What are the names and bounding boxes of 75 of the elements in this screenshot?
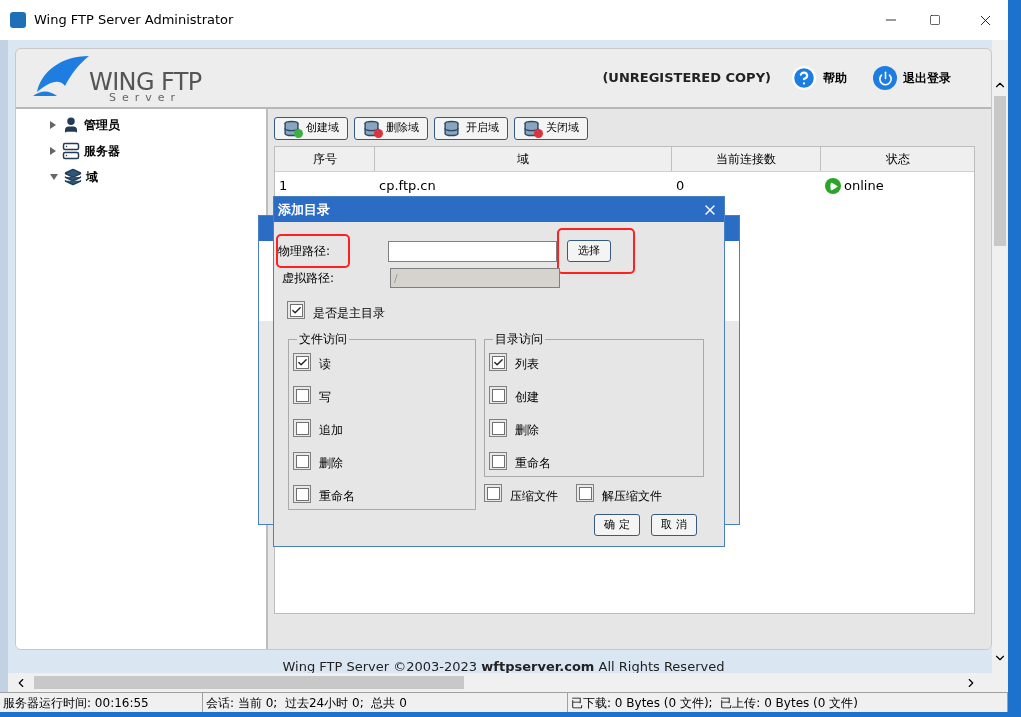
- physical-path-field[interactable]: [388, 240, 557, 262]
- check-icon: [492, 356, 504, 368]
- scroll-thumb[interactable]: [34, 676, 464, 689]
- checkbox-label: 解压缩文件: [602, 488, 662, 505]
- server-icon: [62, 142, 80, 160]
- status-text: 已下载: 0 Bytes (0 文件); 已上传: 0 Bytes (0 文件): [568, 693, 1008, 712]
- checkbox[interactable]: [293, 386, 311, 404]
- person-icon: [62, 116, 80, 134]
- column-header[interactable]: 当前连接数: [672, 147, 821, 171]
- dialog-button[interactable]: 确 定: [594, 514, 640, 536]
- toolbar-button[interactable]: 创建域: [274, 117, 348, 140]
- checkbox-label: 删除: [515, 422, 539, 439]
- checkbox-label: 读: [319, 356, 331, 373]
- table-cell-text: 1: [278, 177, 289, 196]
- checkbox-label: 创建: [515, 389, 539, 406]
- checkbox[interactable]: [484, 484, 502, 502]
- table-cell-text: 0: [675, 177, 686, 196]
- power-icon: [877, 70, 893, 86]
- checkbox[interactable]: [293, 353, 311, 371]
- checkbox-label: 是否是主目录: [313, 305, 385, 322]
- group-title: 文件访问: [298, 331, 348, 348]
- checkbox[interactable]: [489, 386, 507, 404]
- registration-notice: (UNREGISTERED COPY): [602, 69, 771, 88]
- status-cell: online: [821, 176, 974, 196]
- table-cell-text: cp.ftp.cn: [378, 177, 437, 196]
- checkbox[interactable]: [489, 353, 507, 371]
- choose-button[interactable]: 选择: [567, 240, 611, 262]
- checkbox-label: 压缩文件: [510, 488, 558, 505]
- dialog-title: 添加目录: [278, 200, 331, 219]
- toolbar-button[interactable]: 关闭域: [514, 117, 588, 140]
- checkbox-label: 重命名: [515, 455, 551, 472]
- play-icon: [828, 181, 838, 191]
- check-icon: [290, 304, 302, 316]
- scroll-thumb[interactable]: [994, 96, 1006, 246]
- dialog-button[interactable]: 取 消: [651, 514, 697, 536]
- checkbox-label: 追加: [319, 422, 343, 439]
- help-icon: [791, 65, 817, 91]
- tree-item[interactable]: 域: [50, 167, 266, 187]
- copyright-text: Wing FTP Server ©2003-2023 wftpserver.com All Rights Reserved: [281, 660, 726, 673]
- checkbox[interactable]: [293, 485, 311, 503]
- status-text: 服务器运行时间: 00:16:55: [0, 693, 203, 712]
- help-button[interactable]: 帮助: [791, 65, 847, 91]
- database-icon: [283, 119, 303, 138]
- database-icon: [523, 119, 543, 138]
- vertical-scrollbar[interactable]: [992, 40, 1008, 673]
- app-icon: [10, 12, 26, 28]
- checkbox[interactable]: [576, 484, 594, 502]
- tree-item[interactable]: 管理员: [50, 115, 266, 135]
- layers-icon: [64, 168, 82, 186]
- column-header[interactable]: 域: [375, 147, 672, 171]
- checkbox-label: 删除: [319, 455, 343, 472]
- tree-item[interactable]: 服务器: [50, 141, 266, 161]
- field-label: 物理路径:: [278, 236, 348, 266]
- group-title: 目录访问: [494, 331, 544, 348]
- window-title: Wing FTP Server Administrator: [34, 11, 235, 30]
- maximize-icon[interactable]: [929, 14, 941, 26]
- check-icon: [296, 356, 308, 368]
- column-header[interactable]: 状态: [821, 147, 974, 171]
- checkbox-label: 列表: [515, 356, 539, 373]
- checkbox[interactable]: [489, 419, 507, 437]
- checkbox[interactable]: [489, 452, 507, 470]
- status-text: 会话: 当前 0; 过去24小时 0; 总共 0: [203, 693, 568, 712]
- column-header[interactable]: 序号: [275, 147, 375, 171]
- checkbox[interactable]: [293, 419, 311, 437]
- horizontal-scrollbar[interactable]: [8, 673, 1008, 692]
- checkbox[interactable]: [293, 452, 311, 470]
- toolbar-button[interactable]: 开启域: [434, 117, 508, 140]
- checkbox-label: 写: [319, 389, 331, 406]
- field-label: 虚拟路径:: [282, 270, 336, 287]
- database-icon: [363, 119, 383, 138]
- checkbox-label: 重命名: [319, 488, 355, 505]
- checkbox[interactable]: [287, 301, 305, 319]
- toolbar-button[interactable]: 删除域: [354, 117, 428, 140]
- logo: WING FTP Server: [31, 49, 211, 108]
- logout-button[interactable]: 退出登录: [873, 66, 951, 90]
